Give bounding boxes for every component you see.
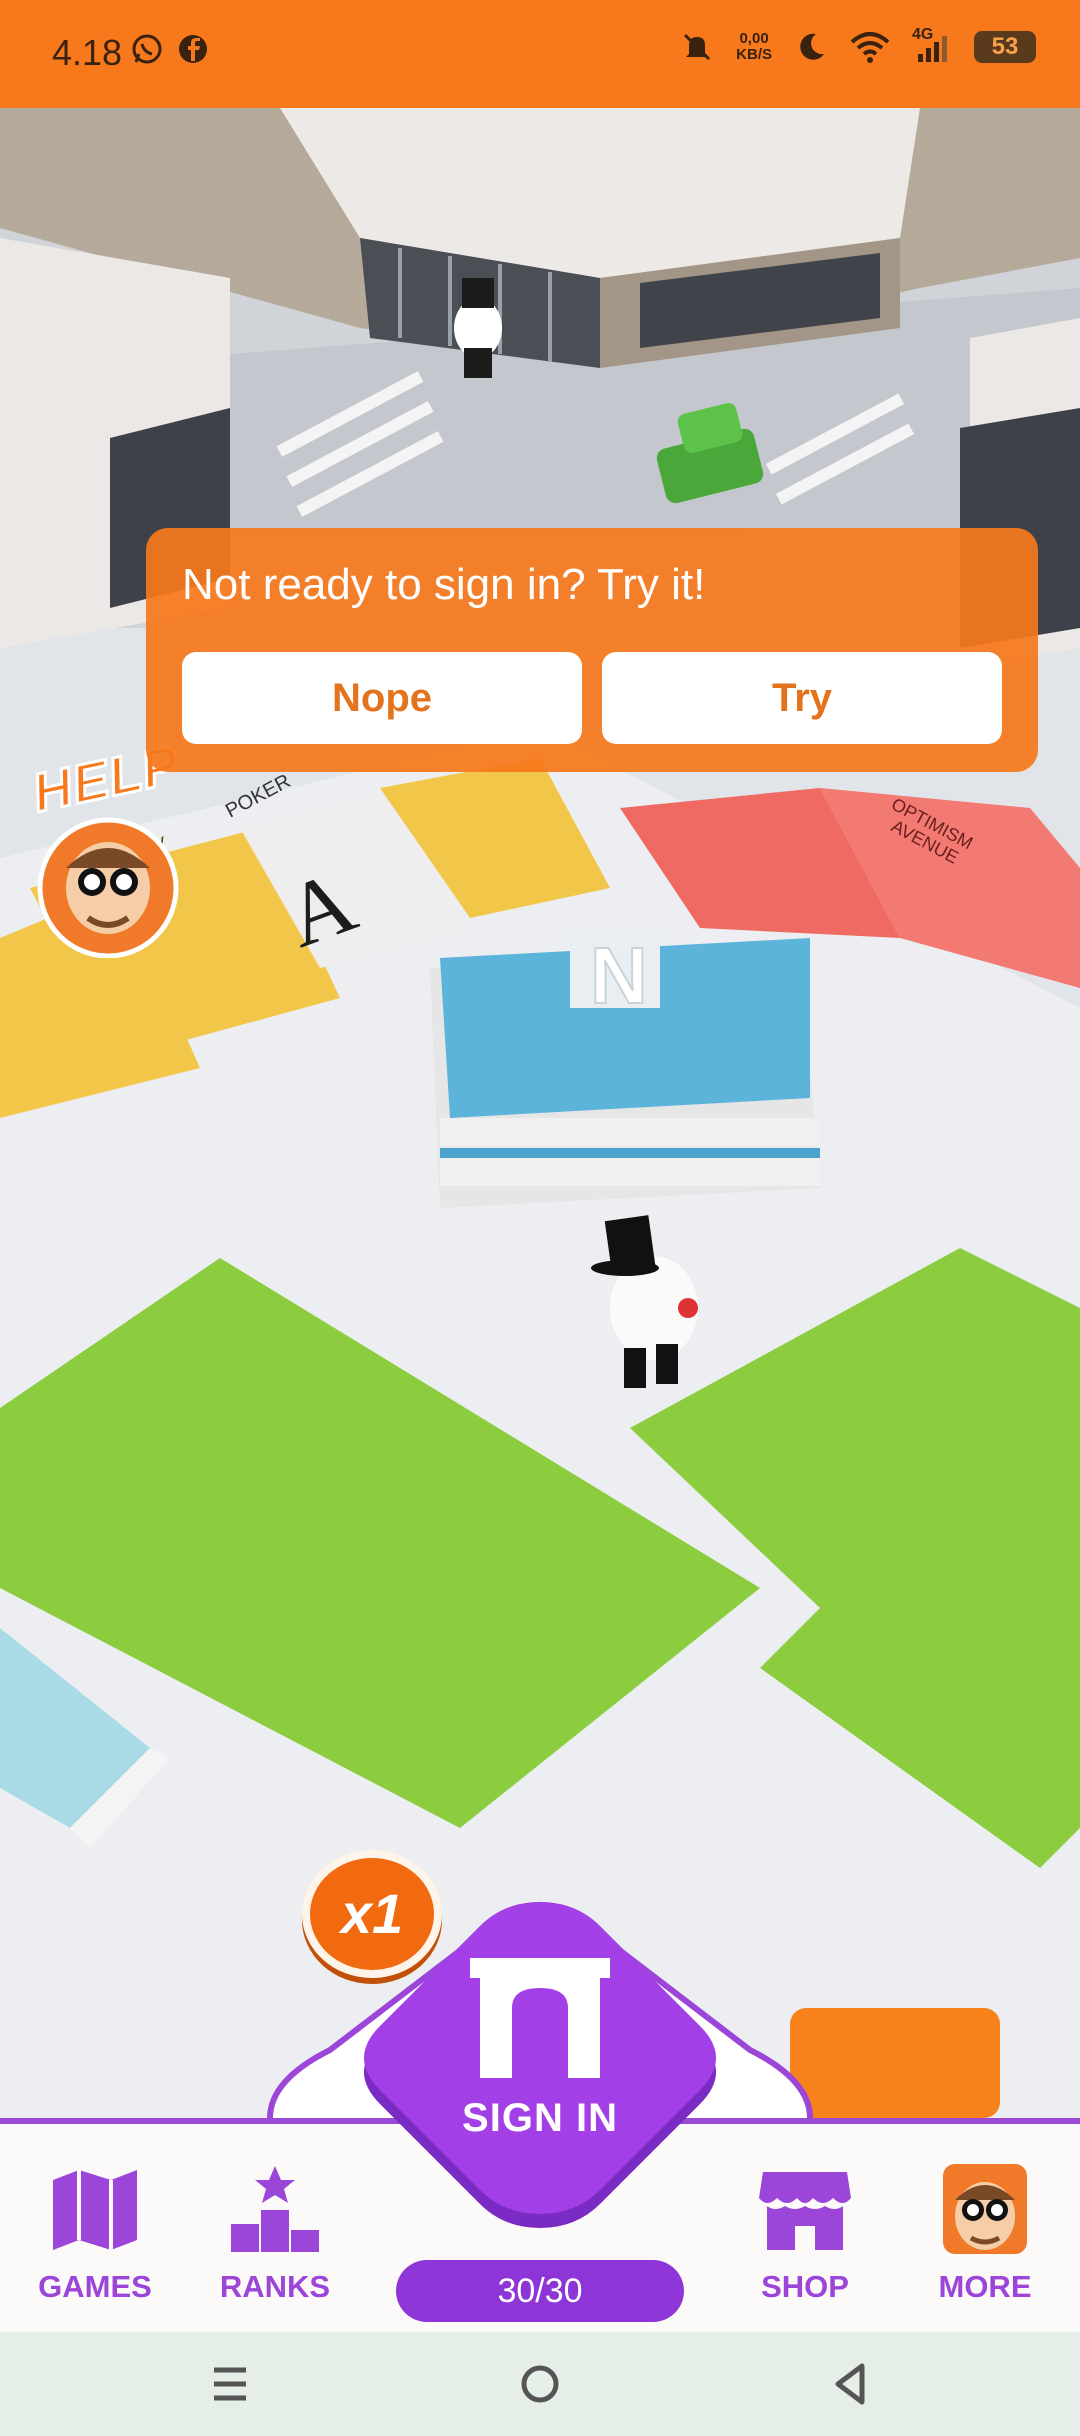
mute-icon — [684, 33, 711, 61]
board-graphics: POKER A BNB BAY OPTIMISM AVENUE N — [0, 108, 1080, 2118]
nav-more-label: MORE — [938, 2269, 1032, 2304]
nav-shop[interactable]: SHOP — [730, 2164, 880, 2305]
battery-icon: 53 — [974, 31, 1036, 63]
shop-icon — [759, 2172, 851, 2250]
signal-icon — [918, 36, 947, 62]
try-it-popup: Not ready to sign in? Try it! Nope Try — [146, 528, 1038, 772]
system-nav-bar — [0, 2332, 1080, 2436]
svg-text:N: N — [590, 931, 648, 1020]
podium-icon — [231, 2166, 319, 2252]
nav-games[interactable]: GAMES — [20, 2164, 170, 2305]
nav-more[interactable]: MORE — [910, 2164, 1060, 2305]
sign-in-label: SIGN IN — [462, 2096, 618, 2140]
daily-counter: 30/30 — [396, 2260, 684, 2322]
try-button[interactable]: Try — [602, 652, 1002, 744]
profile-avatar-icon — [943, 2164, 1027, 2254]
back-icon[interactable] — [810, 2354, 890, 2414]
net-speed: 0,00 KB/S — [736, 30, 772, 63]
nav-games-label: GAMES — [38, 2269, 152, 2304]
status-bar: 4.18 0,00 KB/S 4G 53 — [0, 0, 1080, 108]
help-button[interactable]: HELP — [26, 733, 198, 958]
multiplier-badge: x1 — [302, 1850, 442, 1978]
map-icon — [53, 2170, 137, 2250]
nope-button[interactable]: Nope — [182, 652, 582, 744]
wifi-icon — [850, 32, 890, 63]
whatsapp-icon — [132, 34, 162, 64]
recent-apps-icon[interactable] — [190, 2354, 270, 2414]
facebook-icon — [179, 35, 207, 63]
nav-shop-label: SHOP — [761, 2269, 849, 2304]
nav-ranks-label: RANKS — [219, 2269, 331, 2304]
home-icon[interactable] — [500, 2354, 580, 2414]
nav-ranks[interactable]: RANKS — [200, 2164, 350, 2305]
status-time: 4.18 — [52, 32, 123, 73]
popup-title: Not ready to sign in? Try it! — [182, 560, 706, 609]
help-avatar-icon — [37, 817, 179, 958]
moon-icon — [800, 33, 824, 60]
game-board-scene[interactable]: POKER A BNB BAY OPTIMISM AVENUE N HELP — [0, 108, 1080, 2118]
